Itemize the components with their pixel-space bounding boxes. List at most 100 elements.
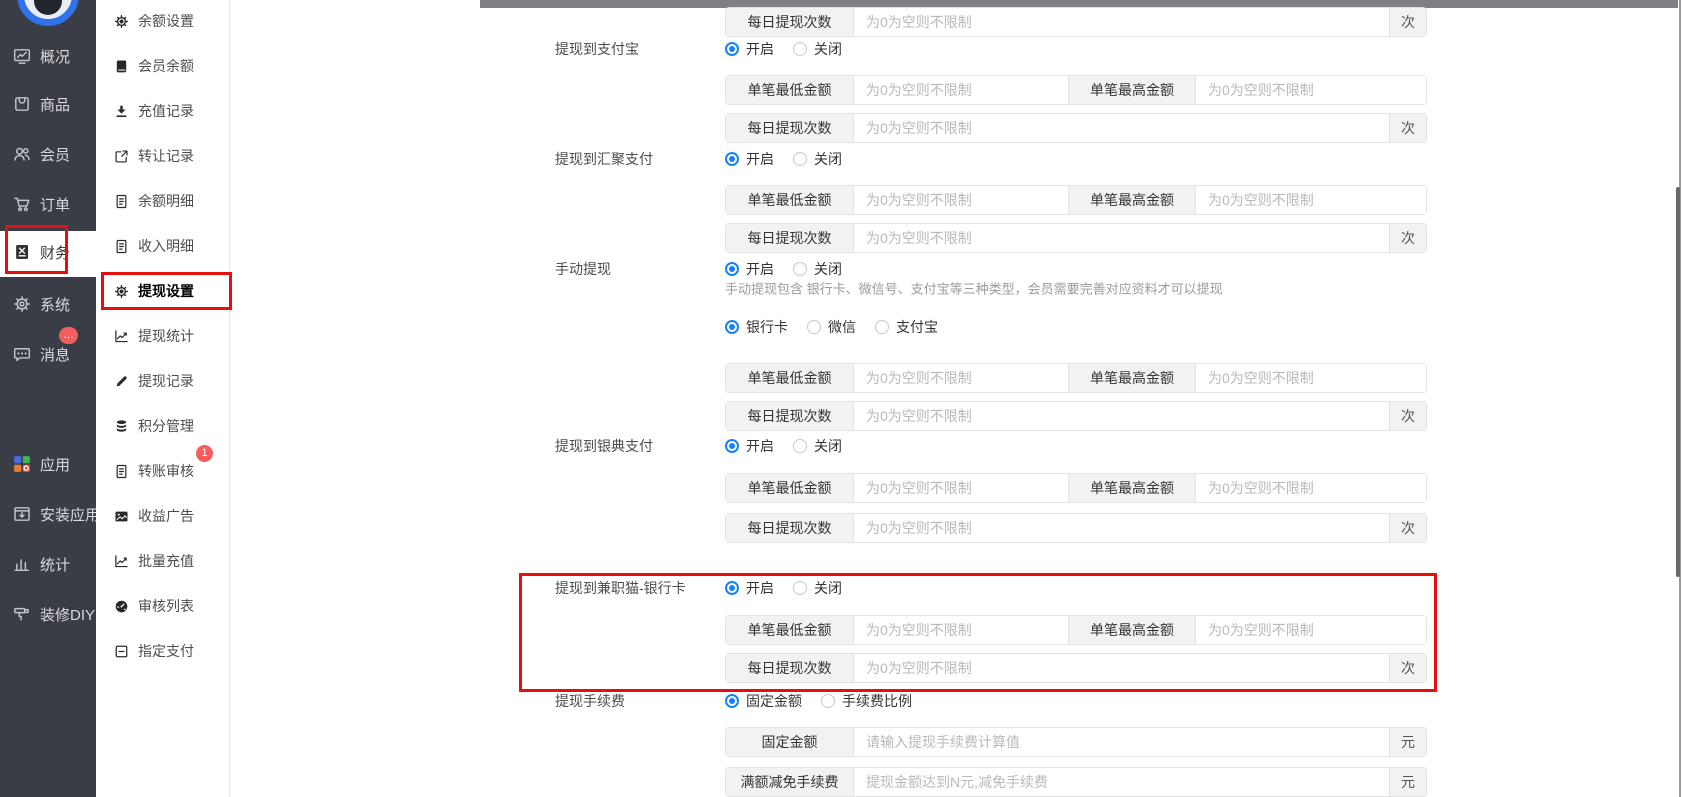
input-group-label: 单笔最低金额: [726, 186, 854, 214]
sidebar-item-安装应用[interactable]: 安装应用: [0, 497, 100, 531]
radio-icon[interactable]: [793, 262, 807, 276]
scrollbar-thumb[interactable]: [1676, 187, 1680, 577]
radio-icon[interactable]: [725, 581, 739, 595]
radio-option-开启[interactable]: 开启: [725, 259, 774, 279]
text-input[interactable]: [1196, 474, 1426, 502]
radio-icon[interactable]: [793, 439, 807, 453]
radio-label: 固定金额: [746, 693, 802, 709]
radio-label: 开启: [746, 41, 774, 57]
sidebar-item-装修DIY[interactable]: 装修DIY: [0, 597, 96, 631]
sidebar-item-label: 商品: [40, 96, 71, 114]
sidebar-item-统计[interactable]: 统计: [0, 547, 96, 581]
submenu-item-收益广告[interactable]: 收益广告: [96, 501, 230, 531]
text-input[interactable]: [854, 114, 1389, 142]
text-input[interactable]: [1196, 76, 1426, 104]
text-input[interactable]: [854, 402, 1389, 430]
radio-icon[interactable]: [807, 320, 821, 334]
radio-option-银行卡[interactable]: 银行卡: [725, 317, 788, 337]
input-group-row: 每日提现次数 次: [725, 223, 1427, 253]
input-group-row: 单笔最低金额 单笔最高金额: [725, 473, 1427, 503]
submenu-item-批量充值[interactable]: 批量充值: [96, 546, 230, 576]
radio-option-固定金额[interactable]: 固定金额: [725, 691, 802, 711]
text-input[interactable]: [854, 364, 1068, 392]
submenu-item-余额设置[interactable]: 余额设置: [96, 6, 230, 36]
form-label-手动提现: 手动提现: [555, 261, 611, 277]
radio-option-开启[interactable]: 开启: [725, 149, 774, 169]
input-group-row: 每日提现次数 次: [725, 653, 1427, 683]
radio-icon[interactable]: [725, 694, 739, 708]
radio-icon[interactable]: [725, 42, 739, 56]
text-input[interactable]: [1196, 364, 1426, 392]
submenu-item-label: 审核列表: [138, 598, 194, 614]
diy-icon: [13, 605, 31, 623]
input-suffix: 次: [1389, 224, 1426, 252]
radio-option-开启[interactable]: 开启: [725, 39, 774, 59]
text-input[interactable]: [854, 8, 1389, 36]
input-group-label: 每日提现次数: [726, 8, 854, 36]
radio-icon[interactable]: [793, 581, 807, 595]
text-input[interactable]: [854, 654, 1389, 682]
submenu-item-充值记录[interactable]: 充值记录: [96, 96, 230, 126]
text-input[interactable]: [854, 514, 1389, 542]
submenu-item-label: 余额设置: [138, 13, 194, 29]
input-group-label: 每日提现次数: [726, 224, 854, 252]
sidebar-item-label: 应用: [40, 456, 71, 474]
sidebar-item-商品[interactable]: 商品: [0, 87, 96, 121]
sidebar-item-会员[interactable]: 会员: [0, 137, 96, 171]
overview-icon: [13, 47, 31, 65]
text-input[interactable]: [1196, 186, 1426, 214]
submenu-item-label: 提现统计: [138, 328, 194, 344]
radio-icon[interactable]: [793, 152, 807, 166]
radio-option-关闭[interactable]: 关闭: [793, 578, 842, 598]
submenu-item-转账审核[interactable]: 转账审核: [96, 456, 230, 486]
radio-icon[interactable]: [725, 262, 739, 276]
sidebar-item-系统[interactable]: 系统: [0, 287, 96, 321]
radio-icon[interactable]: [875, 320, 889, 334]
submenu-item-label: 会员余额: [138, 58, 194, 74]
radio-option-关闭[interactable]: 关闭: [793, 259, 842, 279]
radio-icon[interactable]: [725, 320, 739, 334]
submenu-item-会员余额[interactable]: 会员余额: [96, 51, 230, 81]
chart-line-icon: [114, 329, 129, 344]
submenu-item-收入明细[interactable]: 收入明细: [96, 231, 230, 261]
radio-icon[interactable]: [793, 42, 807, 56]
text-input[interactable]: [854, 728, 1389, 756]
text-input[interactable]: [854, 616, 1068, 644]
sidebar-item-财务[interactable]: 财务: [0, 235, 96, 269]
submenu-item-积分管理[interactable]: 积分管理: [96, 411, 230, 441]
submenu-item-指定支付[interactable]: 指定支付: [96, 636, 230, 666]
radio-option-微信[interactable]: 微信: [807, 317, 856, 337]
submenu-item-余额明细[interactable]: 余额明细: [96, 186, 230, 216]
text-input[interactable]: [854, 186, 1068, 214]
submenu-item-转让记录[interactable]: 转让记录: [96, 141, 230, 171]
radio-icon[interactable]: [821, 694, 835, 708]
radio-option-开启[interactable]: 开启: [725, 436, 774, 456]
submenu-item-提现统计[interactable]: 提现统计: [96, 321, 230, 351]
avatar[interactable]: [17, 0, 79, 26]
sidebar-item-label: 订单: [40, 196, 71, 214]
submenu-item-label: 收益广告: [138, 508, 194, 524]
text-input[interactable]: [1196, 616, 1426, 644]
submenu-item-审核列表[interactable]: 审核列表: [96, 591, 230, 621]
radio-option-手续费比例[interactable]: 手续费比例: [821, 691, 912, 711]
radio-icon[interactable]: [725, 439, 739, 453]
submenu-item-提现设置[interactable]: 提现设置: [96, 276, 230, 306]
sidebar-item-应用[interactable]: 应用: [0, 447, 96, 481]
radio-option-支付宝[interactable]: 支付宝: [875, 317, 938, 337]
sidebar-item-概况[interactable]: 概况: [0, 39, 96, 73]
radio-option-关闭[interactable]: 关闭: [793, 39, 842, 59]
radio-icon[interactable]: [725, 152, 739, 166]
radio-option-关闭[interactable]: 关闭: [793, 149, 842, 169]
text-input[interactable]: [854, 76, 1068, 104]
pencil-icon: [114, 374, 129, 389]
sidebar-item-订单[interactable]: 订单: [0, 187, 96, 221]
radio-option-开启[interactable]: 开启: [725, 578, 774, 598]
install-icon: [13, 505, 31, 523]
submenu-item-提现记录[interactable]: 提现记录: [96, 366, 230, 396]
text-input[interactable]: [854, 474, 1068, 502]
text-input[interactable]: [854, 768, 1389, 796]
radio-option-关闭[interactable]: 关闭: [793, 436, 842, 456]
sidebar-item-消息[interactable]: 消息: [0, 337, 96, 371]
text-input[interactable]: [854, 224, 1389, 252]
order-icon: [13, 195, 31, 213]
